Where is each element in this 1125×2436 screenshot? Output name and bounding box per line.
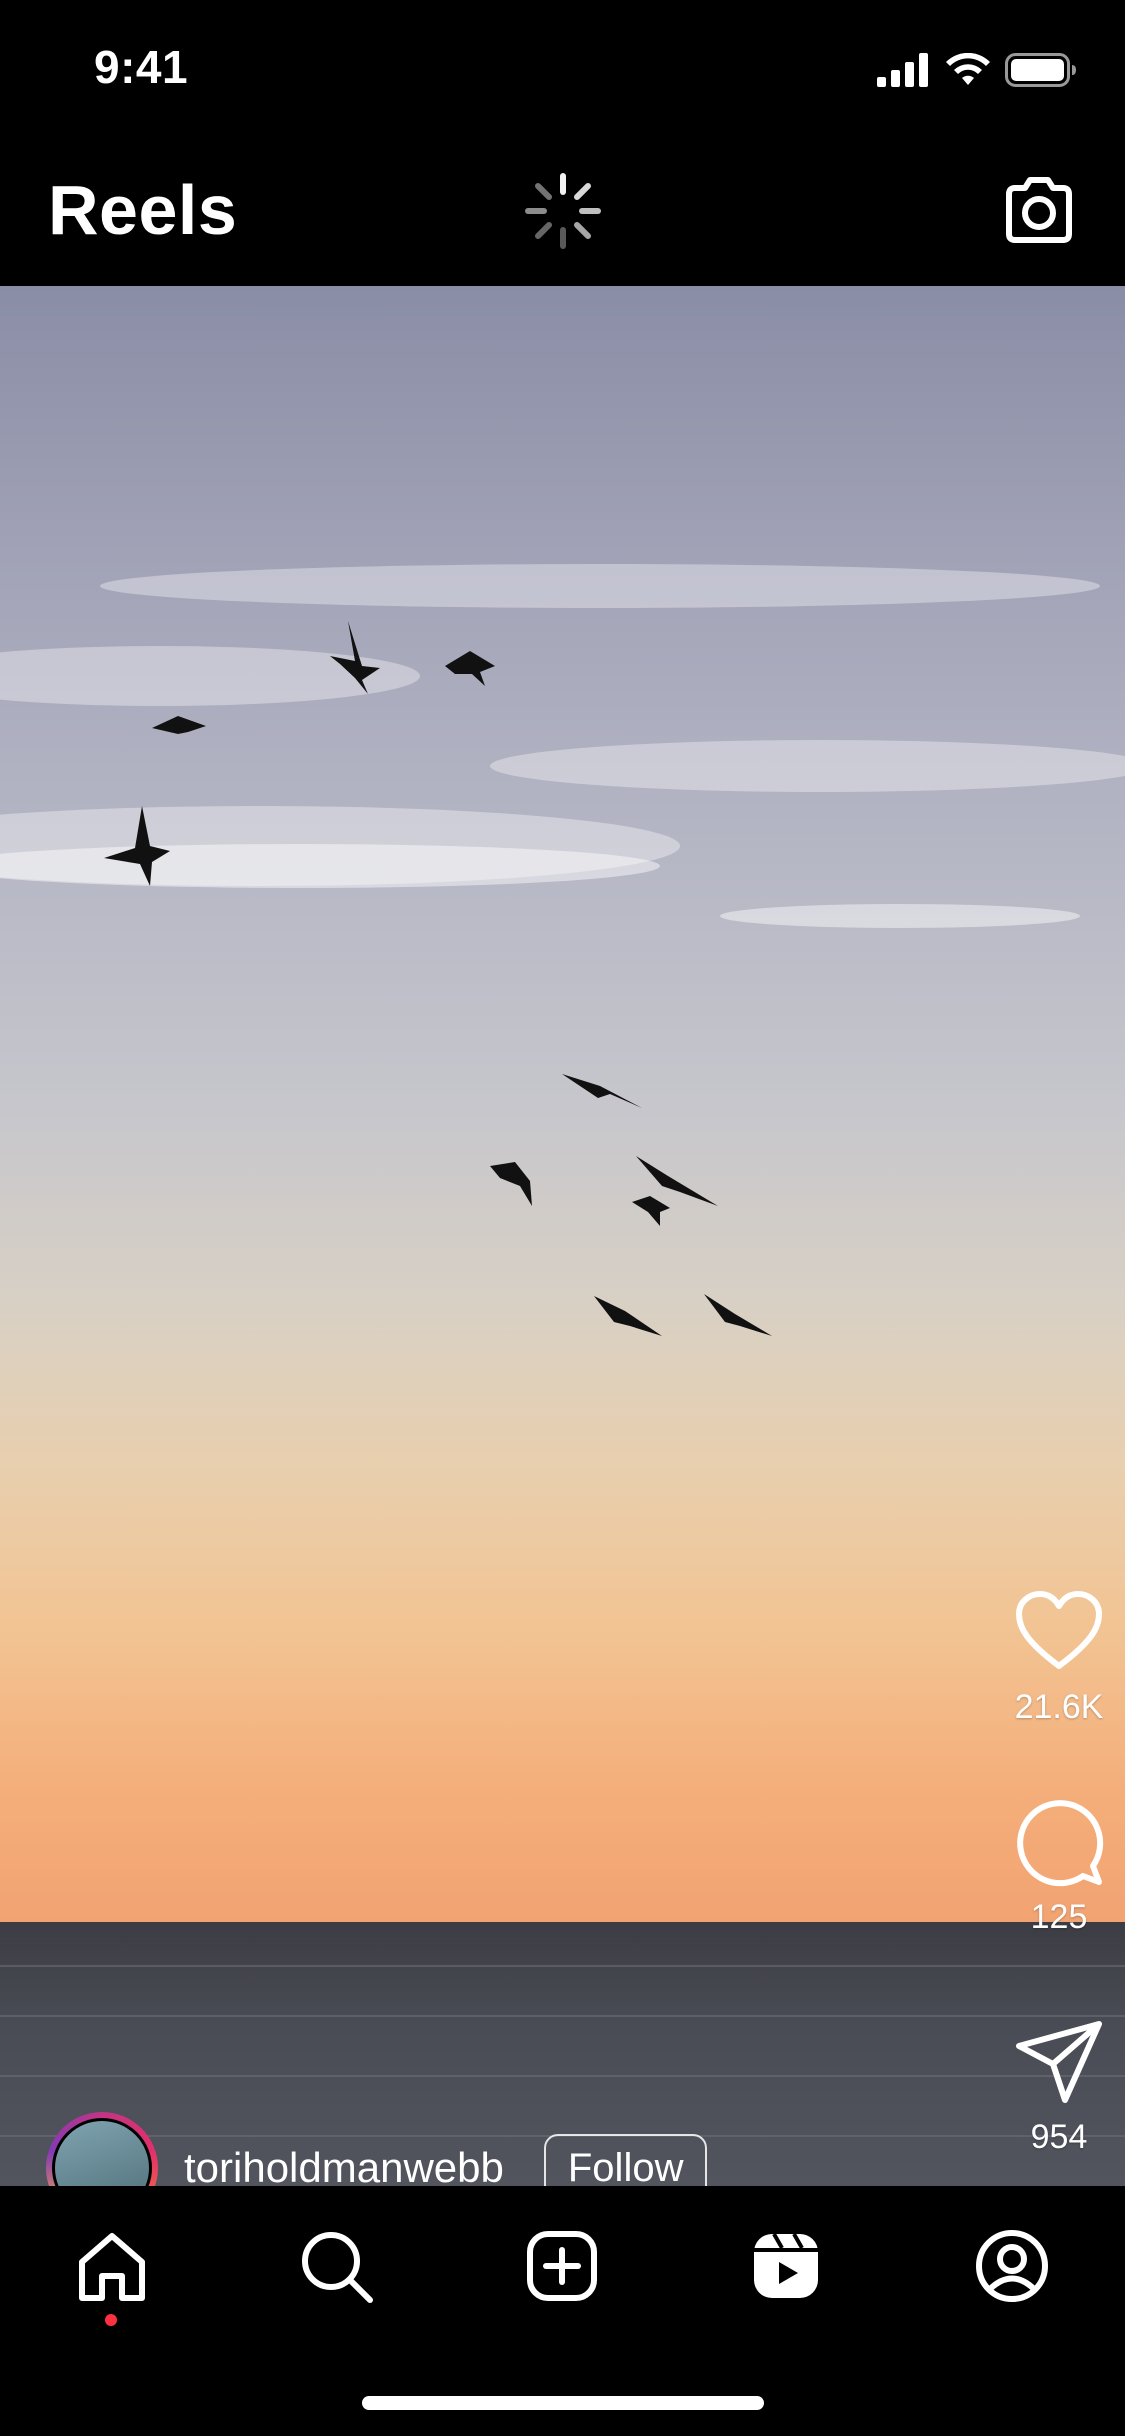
- share-count: 954: [1030, 2118, 1088, 2156]
- avatar-photo: [52, 2118, 152, 2188]
- status-icons: [877, 48, 1077, 92]
- status-bar: 9:41: [0, 0, 1125, 140]
- share-action[interactable]: 954: [1009, 2016, 1109, 2157]
- wifi-icon: [946, 53, 990, 85]
- avatar[interactable]: [46, 2112, 158, 2188]
- like-action[interactable]: 21.6K: [1009, 1586, 1109, 1727]
- heart-icon[interactable]: [1013, 1586, 1105, 1678]
- tab-bar: [0, 2186, 1125, 2436]
- author-row: toriholdmanwebb Follow: [46, 2108, 708, 2188]
- profile-icon[interactable]: [972, 2226, 1052, 2306]
- like-count: 21.6K: [1014, 1688, 1104, 1726]
- page-title: Reels: [48, 171, 238, 249]
- reels-header: Reels: [0, 140, 1125, 286]
- tab-create[interactable]: [522, 2226, 602, 2306]
- tab-search[interactable]: [296, 2226, 376, 2306]
- battery-icon: [1005, 53, 1076, 87]
- tab-home[interactable]: [72, 2226, 152, 2306]
- active-tab-indicator: [105, 2314, 117, 2326]
- send-icon[interactable]: [1013, 2016, 1105, 2108]
- reels-icon[interactable]: [746, 2226, 826, 2306]
- follow-button[interactable]: Follow: [543, 2133, 708, 2188]
- tab-reels[interactable]: [746, 2226, 826, 2306]
- cellular-signal-icon: [877, 53, 928, 87]
- home-indicator: [362, 2396, 764, 2410]
- create-icon[interactable]: [522, 2226, 602, 2306]
- status-time: 9:41: [94, 41, 189, 93]
- camera-icon[interactable]: [997, 168, 1081, 252]
- loading-spinner-icon: [525, 173, 601, 249]
- author-username[interactable]: toriholdmanwebb: [184, 2144, 504, 2188]
- comment-count: 125: [1030, 1898, 1088, 1936]
- comment-action[interactable]: 125: [1009, 1796, 1109, 1937]
- video-birds: [0, 564, 1125, 2137]
- reel-video[interactable]: 21.6K 125 954: [0, 286, 1125, 2186]
- search-icon[interactable]: [296, 2226, 376, 2306]
- home-icon[interactable]: [72, 2226, 152, 2306]
- tab-profile[interactable]: [972, 2226, 1052, 2306]
- comment-icon[interactable]: [1013, 1796, 1105, 1888]
